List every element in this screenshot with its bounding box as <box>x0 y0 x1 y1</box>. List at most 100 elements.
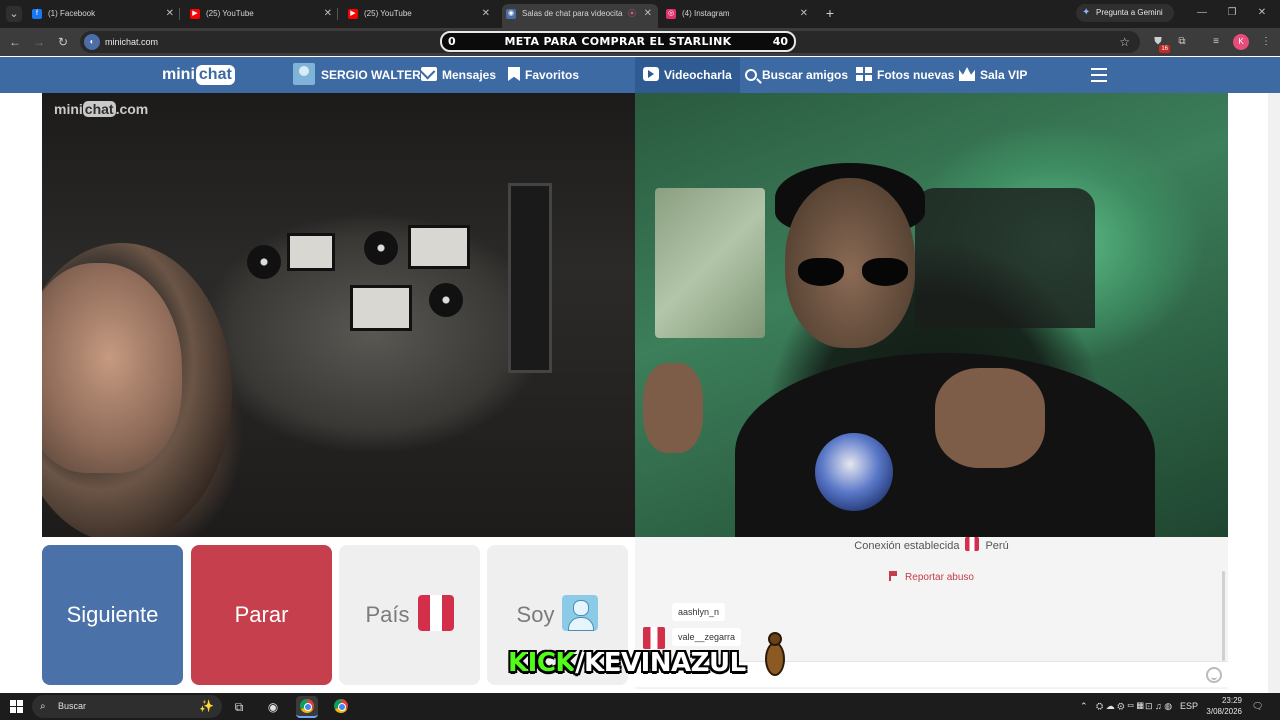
youtube-icon: ▶ <box>190 9 200 19</box>
self-video <box>635 93 1228 537</box>
emoji-icon[interactable] <box>1206 667 1222 683</box>
nav-messages[interactable]: Mensajes <box>421 57 496 93</box>
kick-label: KICK <box>508 648 576 678</box>
logo-bubble: chat <box>195 65 235 85</box>
gemini-sparkle-icon: ✦ <box>1082 7 1091 18</box>
nav-videochat[interactable]: Videocharla <box>635 57 740 93</box>
site-info-icon[interactable]: ◐ <box>84 34 100 50</box>
tray-overflow-icon[interactable]: ⌃ <box>1080 693 1088 720</box>
copilot-sparkle-icon: ✨ <box>199 699 214 713</box>
tab-instagram[interactable]: ◎ (4) Instagram ✕ <box>662 4 814 24</box>
tab-label: (25) YouTube <box>364 9 412 18</box>
tab-youtube[interactable]: ▶ (25) YouTube ✕ <box>186 4 338 24</box>
shirt-logo <box>815 433 893 511</box>
kick-channel-overlay: KICK/KEVINAZUL <box>508 648 746 678</box>
close-icon[interactable]: ✕ <box>324 4 332 24</box>
stop-button[interactable]: Parar <box>191 545 332 685</box>
page-scrollbar[interactable] <box>1268 93 1280 693</box>
nav-new-photos[interactable]: Fotos nuevas <box>856 57 954 93</box>
chrome-taskbar-icon[interactable] <box>296 696 318 718</box>
gaming-chair <box>915 188 1095 328</box>
peru-flag-icon <box>965 537 980 551</box>
gemini-label: Pregunta a Gemini <box>1096 8 1163 17</box>
partner-video: mini chat .com <box>42 93 635 537</box>
recording-icon: ⦿ <box>628 9 636 18</box>
close-icon[interactable]: ✕ <box>482 4 490 24</box>
stream-goal-bar: 0 META PARA COMPRAR EL STARLINK 40 <box>440 31 796 52</box>
reload-icon[interactable]: ↻ <box>54 33 72 51</box>
bookmark-star-icon[interactable]: ☆ <box>1119 31 1130 53</box>
wall-record <box>429 283 463 317</box>
language-indicator[interactable]: ESP <box>1180 693 1198 720</box>
reading-list-icon[interactable]: ≡ <box>1208 34 1224 50</box>
back-icon[interactable]: ← <box>6 33 24 51</box>
close-icon[interactable]: ✕ <box>800 4 808 24</box>
left-hand <box>643 363 703 453</box>
tray-app-icons[interactable]: ⛭ ☁ ⚙ ▭ ▦ <box>1096 693 1144 720</box>
bookmark-icon <box>508 67 520 81</box>
close-icon[interactable]: ✕ <box>644 4 652 24</box>
username: SERGIO WALTER <box>321 68 421 82</box>
facebook-icon: f <box>32 9 42 19</box>
clock[interactable]: 23:29 3/08/2026 <box>1198 695 1242 717</box>
forward-icon[interactable]: → <box>30 33 48 51</box>
nav-label: Sala VIP <box>980 68 1028 82</box>
extensions-puzzle-icon[interactable]: ⧉ <box>1174 34 1190 50</box>
chat-scrollbar[interactable] <box>1222 571 1225 661</box>
tab-search-menu-button[interactable]: ⌄ <box>6 6 22 22</box>
nav-find-friends[interactable]: Buscar amigos <box>745 57 848 93</box>
next-button[interactable]: Siguiente <box>42 545 183 685</box>
video-watermark: mini chat .com <box>54 101 149 117</box>
gender-label: Soy <box>516 602 555 627</box>
sunglasses <box>798 258 908 288</box>
close-window-button[interactable]: ✕ <box>1250 4 1274 22</box>
peru-flag-icon <box>417 595 454 631</box>
logo-prefix: mini <box>162 66 195 83</box>
nav-favorites[interactable]: Favoritos <box>508 57 579 93</box>
connection-status-text: Conexión establecida <box>854 540 960 552</box>
new-tab-button[interactable]: + <box>822 4 838 22</box>
tab-label: (4) Instagram <box>682 9 730 18</box>
peru-flag-icon <box>643 627 665 649</box>
gemini-button[interactable]: ✦ Pregunta a Gemini <box>1076 4 1174 22</box>
tab-minichat[interactable]: ◉ Salas de chat para videocita ⦿ ✕ <box>502 4 658 28</box>
instagram-icon: ◎ <box>666 9 676 19</box>
tab-facebook[interactable]: f (1) Facebook ✕ <box>28 4 180 24</box>
task-view-icon[interactable]: ⧉ <box>228 696 250 718</box>
close-icon[interactable]: ✕ <box>166 4 174 24</box>
taskbar-search[interactable]: ⌕ Buscar ✨ <box>32 695 222 718</box>
clock-time: 23:29 <box>1221 696 1242 705</box>
url-text[interactable]: minichat.com <box>105 31 158 53</box>
profile-avatar[interactable]: K <box>1233 34 1249 50</box>
network-volume-icons[interactable]: ⊡ ♫ ◍ <box>1145 693 1172 720</box>
country-label: País <box>365 602 410 627</box>
hamburger-menu-icon[interactable] <box>1091 68 1107 82</box>
extension-icon[interactable]: ⛊ 16 <box>1150 34 1170 53</box>
user-profile-link[interactable]: SERGIO WALTER <box>293 57 421 93</box>
country-button[interactable]: País <box>339 545 480 685</box>
taskbar-search-placeholder: Buscar <box>58 701 87 711</box>
nav-label: Favoritos <box>525 68 580 82</box>
notifications-icon[interactable]: 🗨 <box>1252 693 1263 720</box>
nav-vip-room[interactable]: Sala VIP <box>959 57 1027 93</box>
report-abuse-link[interactable]: Reportar abuso <box>635 571 1228 584</box>
restore-button[interactable]: ❐ <box>1220 4 1244 22</box>
clock-date: 3/08/2026 <box>1206 707 1242 716</box>
chrome-profile-taskbar-icon[interactable] <box>330 696 352 718</box>
minichat-logo[interactable]: mini chat <box>162 63 235 89</box>
windows-start-icon[interactable] <box>10 700 23 713</box>
partner-country: Perú <box>985 540 1009 552</box>
chrome-icon <box>334 699 348 713</box>
user-avatar-icon <box>293 63 315 85</box>
wall-record <box>364 231 398 265</box>
nav-label: Buscar amigos <box>762 68 849 82</box>
tab-label: Salas de chat para videocita <box>522 9 623 18</box>
tab-youtube-2[interactable]: ▶ (25) YouTube ✕ <box>344 4 496 24</box>
dollar-bills <box>655 188 765 338</box>
tab-label: (25) YouTube <box>206 9 254 18</box>
obs-icon[interactable]: ◉ <box>262 696 284 718</box>
browser-menu-icon[interactable]: ⋮ <box>1258 34 1274 50</box>
wall-frame <box>408 225 470 269</box>
minimize-button[interactable]: — <box>1190 4 1214 22</box>
male-avatar-icon <box>562 595 599 631</box>
